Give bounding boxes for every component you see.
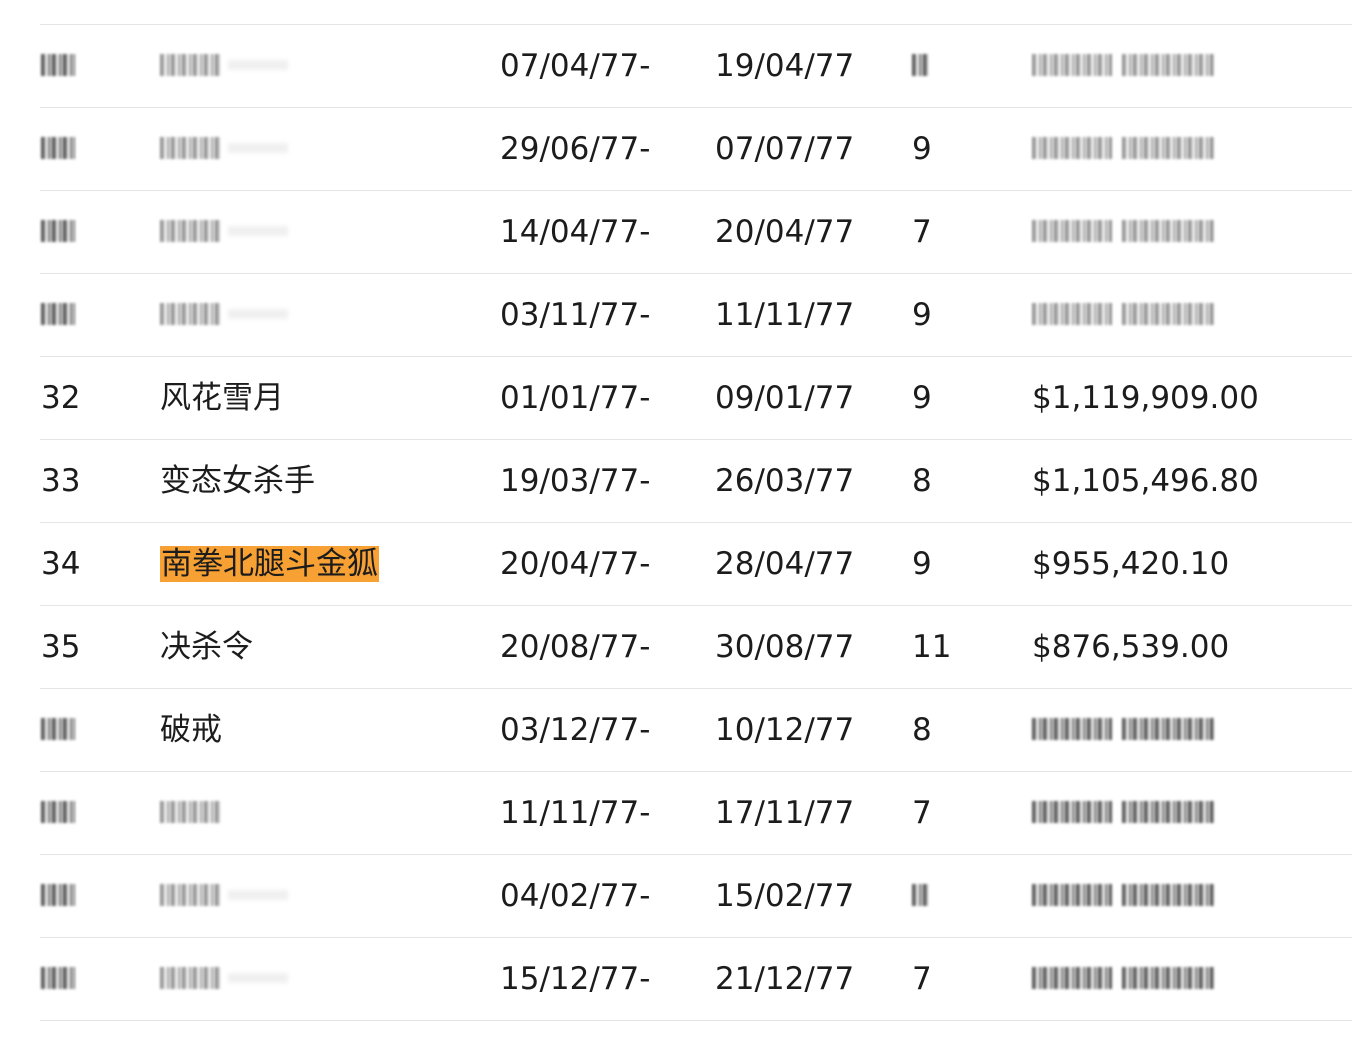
table-row: 03/11/77- 11/11/77 9 [40, 273, 1352, 356]
days-cell: 9 [912, 380, 932, 416]
gross-cell: $1,119,909.00 [1032, 380, 1259, 416]
gross-cell [1032, 108, 1214, 191]
start-date: 15/12/77- [500, 961, 651, 997]
rank-cell [41, 772, 75, 855]
end-date: 15/02/77 [715, 878, 855, 914]
days-cell [912, 25, 928, 108]
end-date: 10/12/77 [715, 712, 855, 748]
table-row: 11/11/77- 17/11/77 7 [40, 771, 1352, 854]
highlighted-title: 南拳北腿斗金狐 [160, 545, 379, 582]
gross-cell: $955,420.10 [1032, 546, 1230, 582]
table-row: 破戒 03/12/77- 10/12/77 8 [40, 688, 1352, 771]
days-cell: 11 [912, 629, 952, 665]
obscured-title [160, 53, 222, 76]
rank-cell: 32 [41, 380, 81, 416]
start-date: 11/11/77- [500, 795, 651, 831]
start-date: 03/12/77- [500, 712, 651, 748]
rank-cell: 35 [41, 629, 81, 665]
days-cell [912, 855, 928, 938]
end-date: 26/03/77 [715, 463, 855, 499]
start-date: 20/04/77- [500, 546, 651, 582]
title-cell [160, 855, 288, 938]
table-row: 14/04/77- 20/04/77 7 [40, 190, 1352, 273]
end-date: 19/04/77 [715, 48, 855, 84]
gross-cell [1032, 191, 1214, 274]
rank-cell: 34 [41, 546, 81, 582]
rank-cell [41, 689, 75, 772]
rank-cell [41, 274, 75, 357]
title-cell: 破戒 [160, 712, 222, 748]
days-cell: 7 [912, 795, 932, 831]
gross-cell [1032, 938, 1214, 1021]
gross-cell [1032, 25, 1214, 108]
gross-cell [1032, 274, 1214, 357]
table-row: 29/06/77- 07/07/77 9 [40, 107, 1352, 190]
end-date: 11/11/77 [715, 297, 855, 333]
start-date: 07/04/77- [500, 48, 651, 84]
end-date: 09/01/77 [715, 380, 855, 416]
end-date: 30/08/77 [715, 629, 855, 665]
title-cell [160, 191, 288, 274]
gross-cell: $876,539.00 [1032, 629, 1230, 665]
obscured-rank [41, 53, 75, 76]
title-cell [160, 938, 288, 1021]
gross-cell [1032, 772, 1214, 855]
days-cell: 9 [912, 297, 932, 333]
days-cell: 8 [912, 712, 932, 748]
title-cell [160, 108, 288, 191]
table-row: 35 决杀令 20/08/77- 30/08/77 11 $876,539.00 [40, 605, 1352, 688]
table-row: 07/04/77- 19/04/77 [40, 24, 1352, 107]
days-cell: 7 [912, 961, 932, 997]
end-date: 21/12/77 [715, 961, 855, 997]
table-row: 34 南拳北腿斗金狐 20/04/77- 28/04/77 9 $955,420… [40, 522, 1352, 605]
start-date: 29/06/77- [500, 131, 651, 167]
end-date: 28/04/77 [715, 546, 855, 582]
box-office-table: 07/04/77- 19/04/77 29/06/77- 07/07/77 9 … [40, 24, 1352, 1060]
table-row: 33 变态女杀手 19/03/77- 26/03/77 8 $1,105,496… [40, 439, 1352, 522]
gross-cell [1032, 855, 1214, 938]
title-cell [160, 772, 222, 855]
start-date: 14/04/77- [500, 214, 651, 250]
gross-cell: $1,105,496.80 [1032, 463, 1259, 499]
rank-cell [41, 938, 75, 1021]
title-cell [160, 274, 288, 357]
start-date: 20/08/77- [500, 629, 651, 665]
title-cell [160, 25, 288, 108]
days-cell: 9 [912, 131, 932, 167]
start-date: 03/11/77- [500, 297, 651, 333]
rank-cell [41, 191, 75, 274]
end-date: 20/04/77 [715, 214, 855, 250]
table-row: 15/12/77- 21/12/77 7 [40, 937, 1352, 1020]
table-row-partial [40, 1020, 1352, 1060]
title-cell: 决杀令 [160, 629, 253, 665]
days-cell: 9 [912, 546, 932, 582]
title-cell: 风花雪月 [160, 380, 284, 416]
days-cell: 8 [912, 463, 932, 499]
gross-cell [1032, 689, 1214, 772]
end-date: 07/07/77 [715, 131, 855, 167]
obscured-days [912, 53, 928, 76]
title-cell: 南拳北腿斗金狐 [160, 523, 379, 606]
start-date: 04/02/77- [500, 878, 651, 914]
title-cell: 变态女杀手 [160, 463, 315, 499]
rank-cell [41, 108, 75, 191]
days-cell: 7 [912, 214, 932, 250]
table-row: 04/02/77- 15/02/77 [40, 854, 1352, 937]
rank-cell [41, 855, 75, 938]
rank-cell: 33 [41, 463, 81, 499]
start-date: 19/03/77- [500, 463, 651, 499]
start-date: 01/01/77- [500, 380, 651, 416]
rank-cell [41, 25, 75, 108]
end-date: 17/11/77 [715, 795, 855, 831]
table-row: 32 风花雪月 01/01/77- 09/01/77 9 $1,119,909.… [40, 356, 1352, 439]
